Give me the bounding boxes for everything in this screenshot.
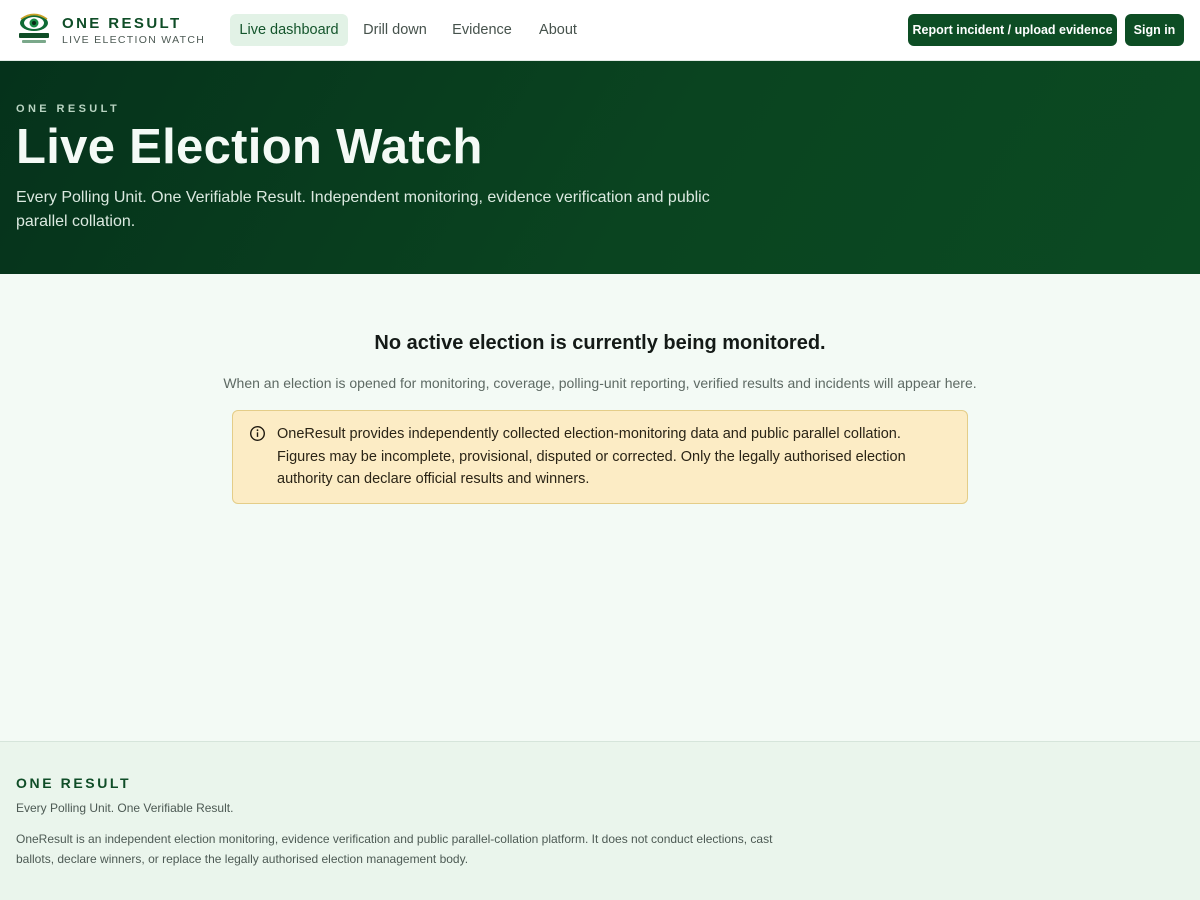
nav-evidence[interactable]: Evidence bbox=[444, 14, 520, 46]
disclaimer-text: OneResult provides independently collect… bbox=[277, 426, 906, 487]
nav-live-dashboard[interactable]: Live dashboard bbox=[230, 14, 348, 46]
oneresult-logo bbox=[16, 12, 52, 48]
brand-name: ONE RESULT bbox=[62, 15, 182, 32]
hero-description: Every Polling Unit. One Verifiable Resul… bbox=[16, 189, 710, 230]
footer-tagline: Every Polling Unit. One Verifiable Resul… bbox=[16, 801, 234, 815]
nav-drill-down[interactable]: Drill down bbox=[354, 14, 436, 46]
empty-state-title: No active election is currently being mo… bbox=[374, 332, 826, 354]
empty-state-description: When an election is opened for monitorin… bbox=[223, 375, 977, 391]
hero-banner: ONE RESULT Live Election Watch Every Pol… bbox=[0, 61, 1200, 274]
footer-description: OneResult is an independent election mon… bbox=[16, 832, 773, 866]
footer-brand: ONE RESULT bbox=[16, 775, 132, 791]
page-footer: ONE RESULT Every Polling Unit. One Verif… bbox=[0, 741, 1200, 900]
top-navigation-bar: ONE RESULT LIVE ELECTION WATCH Live dash… bbox=[0, 0, 1200, 61]
hero-eyebrow: ONE RESULT bbox=[16, 103, 121, 115]
report-incident-button[interactable]: Report incident / upload evidence bbox=[908, 14, 1117, 46]
page-title: Live Election Watch bbox=[16, 120, 483, 174]
nav-about[interactable]: About bbox=[528, 14, 588, 46]
disclaimer-notice: OneResult provides independently collect… bbox=[232, 410, 968, 504]
eye-logo-icon bbox=[19, 13, 49, 43]
brand-subtitle: LIVE ELECTION WATCH bbox=[62, 34, 206, 46]
sign-in-button[interactable]: Sign in bbox=[1125, 14, 1184, 46]
info-icon bbox=[249, 425, 266, 442]
